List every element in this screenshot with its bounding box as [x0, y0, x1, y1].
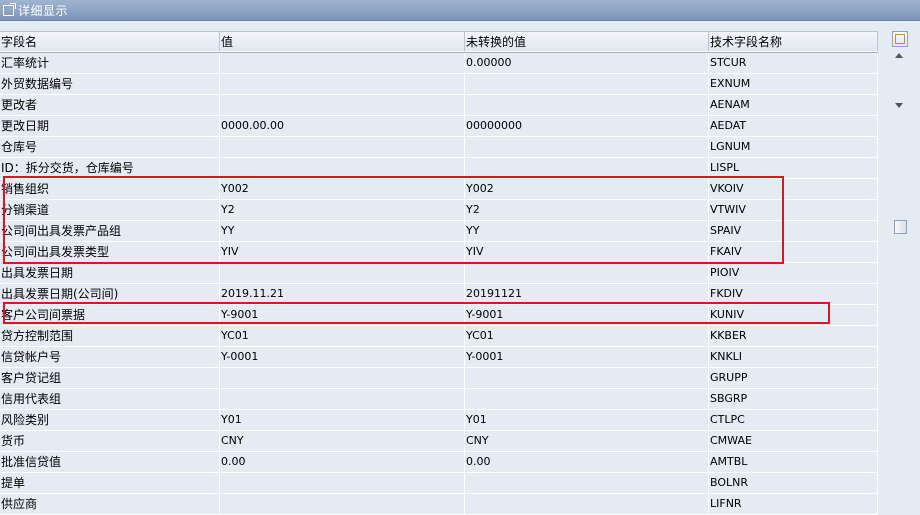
cell-unconverted-value[interactable] [465, 137, 709, 158]
cell-value[interactable] [220, 74, 465, 95]
cell-value[interactable]: Y-0001 [220, 347, 465, 368]
cell-field-name[interactable]: 更改者 [0, 95, 220, 116]
table-row[interactable]: 更改者 AENAM [0, 95, 878, 116]
table-row[interactable]: 更改日期 0000.00.00 00000000 AEDAT [0, 116, 878, 137]
cell-value[interactable] [220, 137, 465, 158]
cell-unconverted-value[interactable]: Y01 [465, 410, 709, 431]
cell-unconverted-value[interactable] [465, 263, 709, 284]
cell-unconverted-value[interactable] [465, 473, 709, 494]
table-row[interactable]: 提单 BOLNR [0, 473, 878, 494]
table-row[interactable]: 批准信贷值 0.00 0.00 AMTBL [0, 452, 878, 473]
cell-technical-name[interactable]: BOLNR [709, 473, 878, 494]
cell-field-name[interactable]: 风险类别 [0, 410, 220, 431]
scroll-thumb[interactable] [894, 220, 907, 234]
window-titlebar: 详细显示 [0, 0, 920, 21]
scroll-down-arrow-icon[interactable] [895, 103, 903, 108]
cell-unconverted-value[interactable] [465, 368, 709, 389]
cell-technical-name[interactable]: STCUR [709, 53, 878, 74]
cell-technical-name[interactable]: AMTBL [709, 452, 878, 473]
cell-field-name[interactable]: 外贸数据编号 [0, 74, 220, 95]
cell-unconverted-value[interactable] [465, 74, 709, 95]
cell-technical-name[interactable]: LIFNR [709, 494, 878, 515]
window-title: 详细显示 [18, 3, 69, 18]
cell-unconverted-value[interactable]: Y-0001 [465, 347, 709, 368]
table-body: 汇率统计 0.00000 STCUR 外贸数据编号 EXNUM 更改者 AENAM 更改日期 0… [0, 53, 878, 515]
vertical-scrollbar[interactable] [890, 31, 910, 514]
table-row[interactable]: 客户贷记组 GRUPP [0, 368, 878, 389]
column-header-unconverted-value[interactable]: 未转换的值 [465, 32, 709, 52]
cell-value[interactable]: 0000.00.00 [220, 116, 465, 137]
cell-unconverted-value[interactable] [465, 494, 709, 515]
cell-field-name[interactable]: 出具发票日期 [0, 263, 220, 284]
cell-field-name[interactable]: 仓库号 [0, 137, 220, 158]
table-header: 字段名 值 未转换的值 技术字段名称 [0, 31, 878, 53]
cell-technical-name[interactable]: AEDAT [709, 116, 878, 137]
cell-technical-name[interactable]: CMWAE [709, 431, 878, 452]
cell-value[interactable] [220, 389, 465, 410]
cell-value[interactable]: YC01 [220, 326, 465, 347]
table-row[interactable]: 信用代表组 SBGRP [0, 389, 878, 410]
cell-field-name[interactable]: 贷方控制范围 [0, 326, 220, 347]
cell-unconverted-value[interactable]: YC01 [465, 326, 709, 347]
column-header-technical-name[interactable]: 技术字段名称 [709, 32, 878, 52]
column-header-field-name[interactable]: 字段名 [0, 32, 220, 52]
cell-technical-name[interactable]: SBGRP [709, 389, 878, 410]
cell-value[interactable] [220, 263, 465, 284]
table-row[interactable]: 外贸数据编号 EXNUM [0, 74, 878, 95]
cell-field-name[interactable]: 货币 [0, 431, 220, 452]
table-row[interactable]: 货币 CNY CNY CMWAE [0, 431, 878, 452]
cell-field-name[interactable]: 提单 [0, 473, 220, 494]
cell-technical-name[interactable]: GRUPP [709, 368, 878, 389]
table-row[interactable]: 仓库号 LGNUM [0, 137, 878, 158]
cell-unconverted-value[interactable]: 00000000 [465, 116, 709, 137]
cell-field-name[interactable]: 客户贷记组 [0, 368, 220, 389]
cell-field-name[interactable]: 批准信贷值 [0, 452, 220, 473]
column-header-value[interactable]: 值 [220, 32, 465, 52]
cell-field-name[interactable]: 供应商 [0, 494, 220, 515]
cell-value[interactable] [220, 368, 465, 389]
cell-field-name[interactable]: 更改日期 [0, 116, 220, 137]
cell-field-name[interactable]: 信贷帐户号 [0, 347, 220, 368]
table-row[interactable]: 风险类别 Y01 Y01 CTLPC [0, 410, 878, 431]
cell-unconverted-value[interactable]: 0.00 [465, 452, 709, 473]
cell-value[interactable]: CNY [220, 431, 465, 452]
cell-value[interactable] [220, 494, 465, 515]
cell-unconverted-value[interactable]: 0.00000 [465, 53, 709, 74]
cell-unconverted-value[interactable] [465, 95, 709, 116]
cell-technical-name[interactable]: EXNUM [709, 74, 878, 95]
cell-unconverted-value[interactable] [465, 389, 709, 410]
cell-technical-name[interactable]: PIOIV [709, 263, 878, 284]
cell-unconverted-value[interactable]: CNY [465, 431, 709, 452]
highlight-box-sales-area [3, 176, 784, 264]
table-row[interactable]: 信贷帐户号 Y-0001 Y-0001 KNKLI [0, 347, 878, 368]
cell-value[interactable]: Y01 [220, 410, 465, 431]
cell-field-name[interactable]: 信用代表组 [0, 389, 220, 410]
table-row[interactable]: 出具发票日期 PIOIV [0, 263, 878, 284]
cell-technical-name[interactable]: AENAM [709, 95, 878, 116]
column-layout-icon[interactable] [892, 31, 908, 47]
detail-table: 字段名 值 未转换的值 技术字段名称 汇率统计 0.00000 STCUR 外贸数据编… [0, 31, 878, 515]
cell-value[interactable] [220, 95, 465, 116]
cell-technical-name[interactable]: CTLPC [709, 410, 878, 431]
table-row[interactable]: 供应商 LIFNR [0, 494, 878, 515]
table-row[interactable]: 贷方控制范围 YC01 YC01 KKBER [0, 326, 878, 347]
cell-value[interactable] [220, 473, 465, 494]
cell-value[interactable]: 0.00 [220, 452, 465, 473]
cell-field-name[interactable]: 汇率统计 [0, 53, 220, 74]
edit-window-icon [3, 2, 16, 16]
highlight-box-customer-billing [3, 302, 830, 324]
cell-technical-name[interactable]: KKBER [709, 326, 878, 347]
cell-technical-name[interactable]: KNKLI [709, 347, 878, 368]
table-row[interactable]: 汇率统计 0.00000 STCUR [0, 53, 878, 74]
cell-value[interactable] [220, 53, 465, 74]
cell-technical-name[interactable]: LGNUM [709, 137, 878, 158]
scroll-up-arrow-icon[interactable] [895, 53, 903, 58]
